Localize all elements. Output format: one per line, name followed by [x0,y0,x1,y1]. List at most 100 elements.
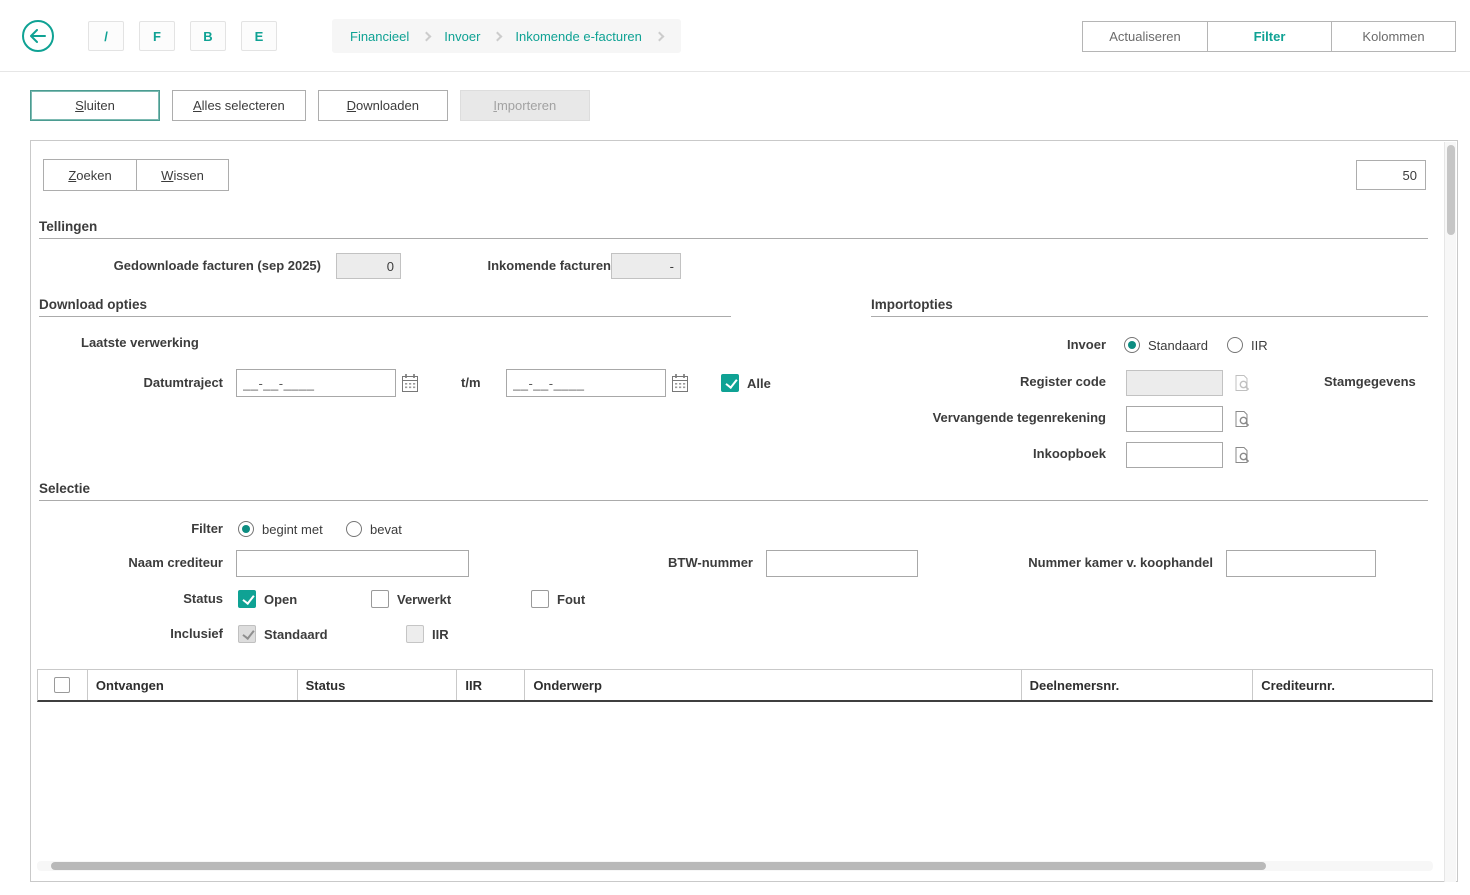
gedownloade-facturen-value [336,253,401,279]
fout-label: Fout [557,592,585,607]
actualiseren-button[interactable]: Actualiseren [1083,22,1207,51]
naam-crediteur-label: Naam crediteur [39,549,223,577]
quick-button-f[interactable]: F [139,21,175,51]
chevron-right-icon [493,32,503,42]
lookup-icon [1233,446,1251,464]
back-arrow-icon [30,29,46,43]
date-to-calendar-button[interactable] [669,371,691,395]
alles-selecteren-button[interactable]: Alles selecteren [172,90,306,121]
table-empty-body [37,702,1433,852]
quick-button-b[interactable]: B [190,21,226,51]
inkoopboek-label: Inkoopboek [871,441,1106,467]
results-table: Ontvangen Status IIR Onderwerp Deelnemer… [37,669,1433,852]
tm-label: t/m [461,369,481,397]
inclusief-standaard-checkbox: Standaard [238,624,328,644]
invoer-iir-radio[interactable]: IIR [1227,335,1268,355]
status-verwerkt-checkbox[interactable]: Verwerkt [371,589,451,609]
radio-selected-icon [238,521,254,537]
importeren-button: Importeren [460,90,590,121]
inclusief-standaard-label: Standaard [264,627,328,642]
column-header-iir[interactable]: IIR [457,670,525,700]
verwerkt-label: Verwerkt [397,592,451,607]
vertical-scrollbar[interactable] [1444,142,1456,882]
btw-nummer-label: BTW-nummer [631,549,753,577]
selectie-divider [39,500,1428,501]
horizontal-scrollbar-thumb[interactable] [51,862,1266,870]
datumtraject-label: Datumtraject [39,369,223,397]
sluiten-label: Sluiten [75,98,115,113]
register-code-input [1126,370,1223,396]
date-from-calendar-button[interactable] [399,371,421,395]
command-toolbar: Sluiten Alles selecteren Downloaden Impo… [30,90,590,121]
lookup-icon-disabled [1233,374,1251,392]
breadcrumb-inkomende-e-facturen[interactable]: Inkomende e-facturen [515,29,641,44]
zoeken-button[interactable]: Zoeken [43,159,137,191]
breadcrumb-invoer[interactable]: Invoer [444,29,480,44]
status-fout-checkbox[interactable]: Fout [531,589,585,609]
filter-bevat-radio[interactable]: bevat [346,519,402,539]
inclusief-label: Inclusief [39,624,223,644]
view-actions-group: Actualiseren Filter Kolommen [1082,21,1456,52]
vervangende-tegenrekening-input[interactable] [1126,406,1223,432]
calendar-icon [401,373,419,393]
date-from-input[interactable] [236,369,396,397]
sluiten-button[interactable]: Sluiten [30,90,160,121]
inkoopboek-input[interactable] [1126,442,1223,468]
date-to-input[interactable] [506,369,666,397]
vervangende-tegenrekening-lookup-button[interactable] [1231,407,1253,431]
importopties-divider [871,316,1428,317]
alle-checkbox[interactable]: Alle [721,373,771,393]
bevat-label: bevat [370,522,402,537]
inclusief-iir-checkbox: IIR [406,624,449,644]
wissen-button[interactable]: Wissen [136,159,229,191]
quick-button-slash[interactable]: / [88,21,124,51]
begint-met-label: begint met [262,522,323,537]
kvk-nummer-label: Nummer kamer v. koophandel [971,549,1213,577]
downloaden-button[interactable]: Downloaden [318,90,448,121]
back-button[interactable] [22,20,54,52]
table-header-row: Ontvangen Status IIR Onderwerp Deelnemer… [37,669,1433,702]
radio-selected-icon [1124,337,1140,353]
status-open-checkbox[interactable]: Open [238,589,297,609]
invoer-standaard-label: Standaard [1148,338,1208,353]
page-size-input[interactable] [1356,160,1426,190]
inkomende-facturen-value [611,253,681,279]
column-header-ontvangen[interactable]: Ontvangen [88,670,298,700]
filter-begint-met-radio[interactable]: begint met [238,519,323,539]
select-all-checkbox[interactable] [54,677,70,693]
filter-label: Filter [39,519,223,539]
inkoopboek-lookup-button[interactable] [1231,443,1253,467]
btw-nummer-input[interactable] [766,550,918,577]
breadcrumb-financieel[interactable]: Financieel [350,29,409,44]
stamgegevens-link[interactable]: Stamgegevens [1324,369,1416,395]
filter-panel: Zoeken Wissen Tellingen Gedownloade fact… [30,140,1458,882]
kvk-nummer-input[interactable] [1226,550,1376,577]
select-all-cell [38,670,88,700]
horizontal-scrollbar[interactable] [37,861,1433,871]
column-header-crediteurnr[interactable]: Crediteurnr. [1253,670,1432,700]
laatste-verwerking-label: Laatste verwerking [81,335,199,350]
status-label: Status [39,589,223,609]
radio-unselected-icon [1227,337,1243,353]
importopties-title: Importopties [871,297,953,312]
inkomende-facturen-label: Inkomende facturen [451,253,611,279]
gedownloade-facturen-label: Gedownloade facturen (sep 2025) [39,253,321,279]
column-header-deelnemersnr[interactable]: Deelnemersnr. [1022,670,1254,700]
filter-button[interactable]: Filter [1207,22,1331,51]
quick-button-e[interactable]: E [241,21,277,51]
checkbox-disabled-icon [406,625,424,643]
checkbox-checked-disabled-icon [238,625,256,643]
alles-selecteren-label: Alles selecteren [193,98,285,113]
kolommen-button[interactable]: Kolommen [1331,22,1455,51]
inclusief-iir-label: IIR [432,627,449,642]
column-header-onderwerp[interactable]: Onderwerp [525,670,1021,700]
naam-crediteur-input[interactable] [236,550,469,577]
zoeken-label: Zoeken [68,168,111,183]
invoer-standaard-radio[interactable]: Standaard [1124,335,1208,355]
column-header-status[interactable]: Status [298,670,458,700]
wissen-label: Wissen [161,168,204,183]
vertical-scrollbar-thumb[interactable] [1447,145,1455,235]
lookup-icon [1233,410,1251,428]
breadcrumb: Financieel Invoer Inkomende e-facturen [332,19,681,53]
invoer-iir-label: IIR [1251,338,1268,353]
